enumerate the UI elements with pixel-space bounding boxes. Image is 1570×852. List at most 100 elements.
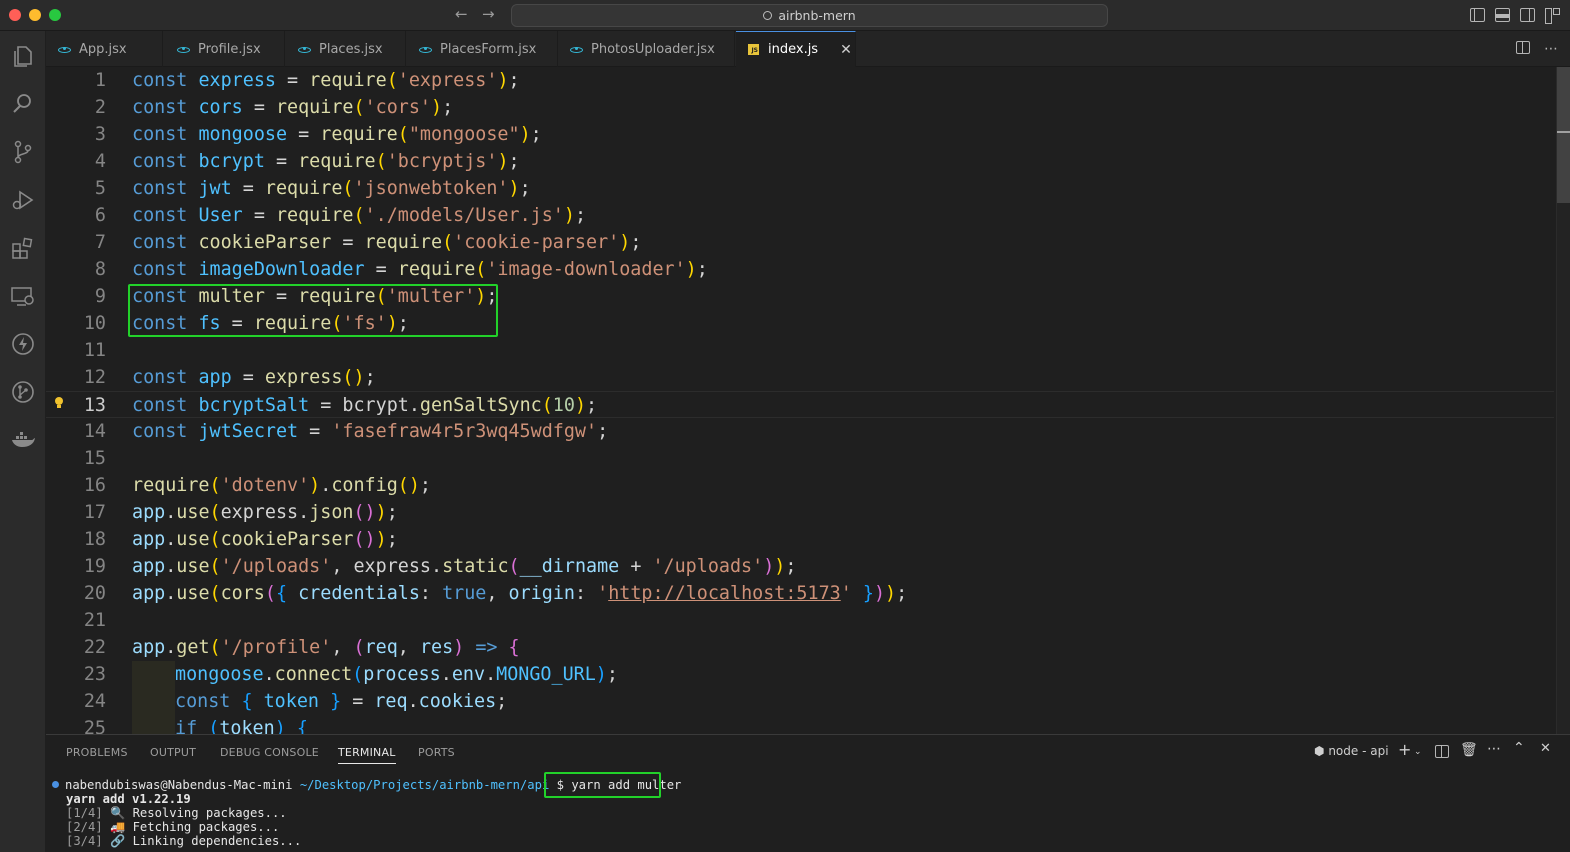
tab-debug-console[interactable]: DEBUG CONSOLE — [220, 746, 319, 759]
code-token: json — [309, 502, 354, 523]
code-text: app.use(cors({ credentials: true, origin… — [132, 580, 907, 607]
line-number: 18 — [83, 529, 106, 550]
code-line[interactable]: 8 const imageDownloader = require('image-… — [46, 256, 1554, 283]
code-line[interactable]: 19 app.use('/uploads', express.static(__d… — [46, 553, 1554, 580]
editor-scrollbar-thumb[interactable] — [1557, 67, 1570, 203]
more-actions-icon[interactable]: ⋯ — [1487, 741, 1501, 757]
search-icon[interactable] — [9, 90, 37, 118]
code-token: ( — [208, 718, 220, 734]
terminal-output-line: [1/4] 🔍 Resolving packages... — [66, 806, 1566, 820]
code-token: . — [165, 502, 177, 523]
code-line[interactable]: 14 const jwtSecret = 'fasefraw4r5r3wq45wd… — [46, 418, 1554, 445]
run-debug-icon[interactable] — [9, 186, 37, 214]
tab-app-jsx[interactable]: App.jsx — [46, 31, 163, 67]
code-line[interactable]: 16 require('dotenv').config(); — [46, 472, 1554, 499]
code-token: . — [165, 583, 177, 604]
code-token: + — [619, 556, 653, 577]
code-line[interactable]: 11 — [46, 337, 1554, 364]
code-token: = — [231, 178, 265, 199]
extensions-icon[interactable] — [9, 234, 37, 262]
code-line[interactable]: 15 — [46, 445, 1554, 472]
code-line[interactable]: 22 app.get('/profile', (req, res) => { — [46, 634, 1554, 661]
tab-problems[interactable]: PROBLEMS — [66, 746, 128, 759]
remote-explorer-icon[interactable] — [9, 282, 37, 310]
tab-placesform-jsx[interactable]: PlacesForm.jsx — [407, 31, 558, 67]
code-line[interactable]: 18 app.use(cookieParser()); — [46, 526, 1554, 553]
forward-arrow-icon[interactable]: → — [482, 5, 495, 23]
code-token: ; — [696, 259, 708, 280]
code-token: require — [132, 475, 210, 496]
tab-photosuploader-jsx[interactable]: PhotosUploader.jsx — [558, 31, 735, 67]
toggle-panel-icon[interactable] — [1495, 8, 1510, 22]
toggle-secondary-sidebar-icon[interactable] — [1520, 8, 1535, 22]
code-text: const User = require('./models/User.js')… — [132, 202, 586, 229]
code-text: const bcrypt = require('bcryptjs'); — [132, 148, 520, 175]
code-line[interactable]: 3 const mongoose = require("mongoose"); — [46, 121, 1554, 148]
code-line[interactable]: 4 const bcrypt = require('bcryptjs'); — [46, 148, 1554, 175]
code-token: ; — [785, 556, 797, 577]
code-line[interactable]: 23 mongoose.connect(process.env.MONGO_URL… — [46, 661, 1554, 688]
thunder-client-icon[interactable] — [9, 330, 37, 358]
toggle-primary-sidebar-icon[interactable] — [1470, 8, 1485, 22]
code-token: '/profile' — [220, 637, 332, 658]
tab-label: PhotosUploader.jsx — [591, 41, 715, 57]
code-line[interactable]: 12 const app = express(); — [46, 364, 1554, 391]
indent-guide — [132, 715, 175, 734]
chevron-down-icon[interactable]: ⌄ — [1414, 747, 1422, 757]
code-line[interactable]: 24 const { token } = req.cookies; — [46, 688, 1554, 715]
code-line[interactable]: 25 if (token) { — [46, 715, 1554, 734]
close-panel-icon[interactable]: ✕ — [1540, 741, 1551, 756]
terminal-prompt-line[interactable]: nabendubiswas@Nabendus-Mac-mini ~/Deskto… — [52, 778, 1552, 792]
code-line[interactable]: 13 const bcryptSalt = bcrypt.genSaltSync(… — [46, 391, 1554, 418]
code-line[interactable]: 5 const jwt = require('jsonwebtoken'); — [46, 175, 1554, 202]
tab-index-js[interactable]: JS index.js ✕ — [736, 31, 856, 67]
tab-output[interactable]: OUTPUT — [150, 746, 196, 759]
code-line[interactable]: 6 const User = require('./models/User.js'… — [46, 202, 1554, 229]
split-terminal-icon[interactable] — [1435, 745, 1449, 758]
command-center-search[interactable]: airbnb-mern — [511, 4, 1108, 27]
code-line[interactable]: 2 const cors = require('cors'); — [46, 94, 1554, 121]
tab-terminal[interactable]: TERMINAL — [338, 746, 396, 764]
code-token: = — [242, 97, 276, 118]
customize-layout-icon[interactable] — [1545, 8, 1560, 24]
maximize-panel-icon[interactable]: ⌃ — [1513, 740, 1525, 756]
window-close-button[interactable] — [9, 9, 21, 21]
trash-icon[interactable]: 🗑 — [1460, 742, 1478, 758]
split-editor-icon[interactable] — [1516, 41, 1530, 54]
indent-guide — [132, 688, 175, 715]
code-line[interactable]: 20 app.use(cors({ credentials: true, orig… — [46, 580, 1554, 607]
explorer-icon[interactable] — [9, 42, 37, 70]
code-token: mongoose — [175, 664, 264, 685]
code-line[interactable]: 17 app.use(express.json()); — [46, 499, 1554, 526]
source-control-icon[interactable] — [9, 138, 37, 166]
window-maximize-button[interactable] — [49, 9, 61, 21]
tab-places-jsx[interactable]: Places.jsx — [286, 31, 406, 67]
docker-icon[interactable] — [9, 426, 37, 454]
code-token: require — [275, 97, 354, 118]
code-text: const mongoose = require("mongoose"); — [132, 121, 542, 148]
code-token: . — [165, 556, 177, 577]
code-token: () — [342, 367, 365, 388]
code-line[interactable]: 7 const cookieParser = require('cookie-pa… — [46, 229, 1554, 256]
code-editor[interactable]: 1 const express = require('express'); 2 con… — [46, 67, 1570, 734]
back-arrow-icon[interactable]: ← — [455, 5, 468, 23]
line-number: 23 — [83, 664, 106, 685]
tab-profile-jsx[interactable]: Profile.jsx — [165, 31, 285, 67]
code-line[interactable]: 1 const express = require('express'); — [46, 67, 1554, 94]
code-line[interactable]: 21 — [46, 607, 1554, 634]
code-token: ) — [595, 664, 607, 685]
more-actions-icon[interactable]: ⋯ — [1544, 41, 1558, 57]
indent-guide — [132, 661, 175, 688]
code-token: ; — [896, 583, 908, 604]
window-minimize-button[interactable] — [29, 9, 41, 21]
code-token: : — [574, 583, 598, 604]
new-terminal-icon[interactable]: + — [1398, 740, 1411, 759]
code-token: ) — [774, 556, 786, 577]
terminal-selector[interactable]: ⬢ node - api — [1314, 744, 1389, 758]
tab-ports[interactable]: PORTS — [418, 746, 455, 759]
close-tab-icon[interactable]: ✕ — [840, 42, 852, 58]
git-graph-icon[interactable] — [9, 378, 37, 406]
code-text: const express = require('express'); — [132, 67, 520, 94]
code-token: = — [341, 691, 375, 712]
